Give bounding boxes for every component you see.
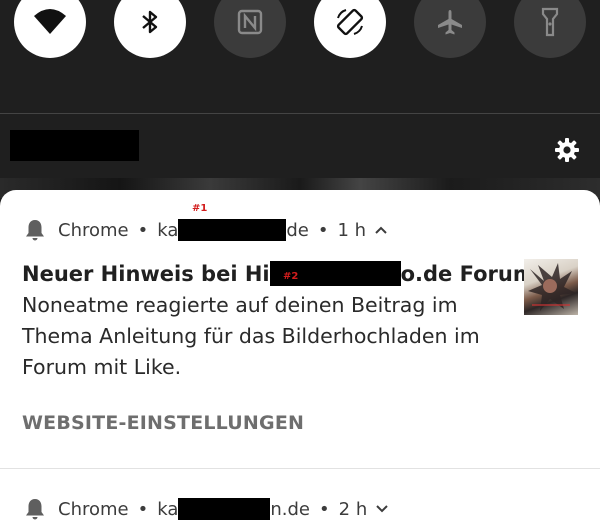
title-suffix: o.de Forum xyxy=(400,262,535,286)
title-prefix: Neuer Hinweis bei Hi xyxy=(22,262,270,286)
app-name: Chrome xyxy=(58,219,129,241)
nfc-icon xyxy=(237,9,263,35)
site-prefix: ka xyxy=(157,219,179,241)
flashlight-tile[interactable] xyxy=(514,0,586,58)
chevron-up-icon[interactable] xyxy=(374,225,388,235)
website-settings-button[interactable]: WEBSITE-EINSTELLUNGEN xyxy=(22,412,304,434)
notification-title: Neuer Hinweis bei Hi o.de Forum xyxy=(22,261,535,286)
gear-icon[interactable] xyxy=(553,136,581,164)
site-suffix: n.de xyxy=(270,498,311,520)
shade-divider xyxy=(0,113,600,114)
redacted-site xyxy=(178,219,287,241)
redacted-shade-label xyxy=(10,130,139,161)
bell-icon xyxy=(26,220,44,241)
notification-time: 2 h xyxy=(338,498,368,520)
notification-time: 1 h xyxy=(337,219,367,241)
bell-icon xyxy=(26,499,44,520)
notification-header[interactable]: Chrome • ka de • 1 h xyxy=(22,215,388,245)
notification-divider xyxy=(0,468,600,469)
notification-header[interactable]: Chrome • ka n.de • 2 h xyxy=(22,494,389,524)
bluetooth-icon xyxy=(142,10,158,34)
wifi-tile[interactable] xyxy=(14,0,86,58)
separator-dot: • xyxy=(137,498,149,520)
wifi-icon xyxy=(34,9,66,34)
site-suffix: de xyxy=(286,219,309,241)
auto-rotate-icon xyxy=(336,8,364,36)
flashlight-icon xyxy=(541,7,559,37)
app-name: Chrome xyxy=(58,498,129,520)
separator-dot: • xyxy=(317,219,329,241)
airplane-mode-tile[interactable] xyxy=(414,0,486,58)
notification-thumbnail xyxy=(524,259,578,315)
annotation-marker: #1 xyxy=(192,203,208,214)
site-prefix: ka xyxy=(157,498,179,520)
separator-dot: • xyxy=(319,498,330,520)
chevron-down-icon[interactable] xyxy=(375,504,389,514)
notification-body: Noneatme reagierte auf deinen Beitrag im… xyxy=(22,293,480,379)
airplane-mode-icon xyxy=(438,10,462,35)
nfc-tile[interactable] xyxy=(214,0,286,58)
separator-dot: • xyxy=(137,219,149,241)
annotation-marker: #2 xyxy=(283,271,299,282)
bluetooth-tile[interactable] xyxy=(114,0,186,58)
auto-rotate-tile[interactable] xyxy=(314,0,386,58)
redacted-site xyxy=(178,498,271,520)
